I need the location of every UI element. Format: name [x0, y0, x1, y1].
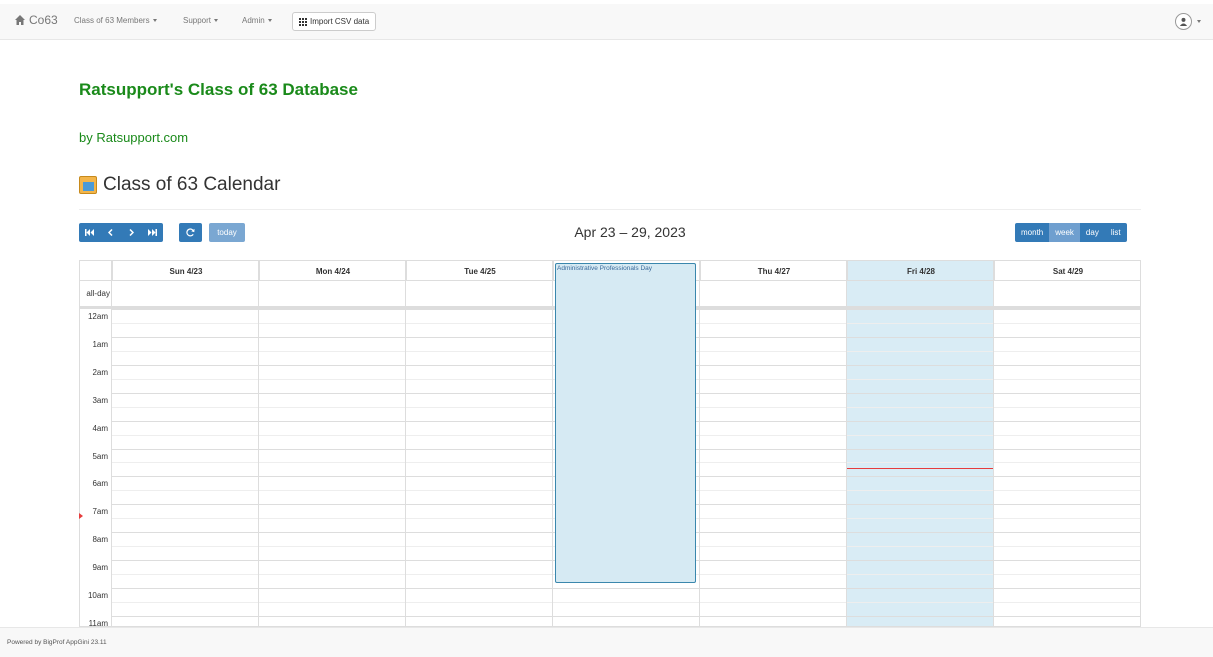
week-calendar: Sun 4/23Mon 4/24Tue 4/25Wed 4/26Thu 4/27…: [79, 260, 1141, 627]
hour-label: 12am: [87, 312, 108, 321]
caret-down-icon: [267, 19, 272, 23]
today-button[interactable]: today: [209, 223, 245, 242]
calendar-title-text: Class of 63 Calendar: [103, 174, 281, 195]
navbar: Co63 Class of 63 Members Support Admin I…: [0, 4, 1213, 40]
double-chevron-right-icon: [148, 229, 157, 236]
refresh-button[interactable]: [179, 223, 202, 242]
view-day-button[interactable]: day: [1079, 223, 1105, 242]
footer-text: Powered by BigProf AppGini 23.11: [7, 639, 107, 646]
caret-down-icon: [214, 19, 219, 23]
caret-down-icon: [152, 19, 157, 23]
import-csv-button[interactable]: Import CSV data: [292, 12, 377, 31]
refresh-icon: [186, 228, 195, 237]
brand-label: Co63: [29, 13, 58, 27]
prev-year-button[interactable]: [79, 223, 100, 242]
chevron-left-icon: [108, 229, 113, 236]
day-header: Fri 4/28: [847, 261, 994, 281]
column-divider: [1140, 261, 1141, 627]
day-header: Thu 4/27: [700, 261, 847, 281]
column-divider: [846, 261, 847, 626]
hour-line: [112, 615, 1140, 617]
double-chevron-left-icon: [85, 229, 94, 236]
event-title: Administrative Professionals Day: [557, 265, 653, 272]
day-header: Mon 4/24: [259, 261, 406, 281]
hour-line: [112, 588, 1140, 589]
column-divider: [993, 261, 994, 626]
divider: [79, 209, 1141, 210]
half-hour-line: [112, 601, 1140, 603]
hour-label: 11am: [88, 618, 108, 627]
hour-label: 5am: [92, 451, 108, 461]
view-switcher: month week day list: [1015, 223, 1127, 242]
import-csv-label: Import CSV data: [310, 17, 370, 26]
event-administrative-professionals-day[interactable]: Administrative Professionals Day: [555, 263, 696, 583]
page-title: Ratsupport's Class of 63 Database: [79, 80, 358, 99]
hour-label: 2am: [92, 367, 108, 377]
prev-button[interactable]: [100, 223, 121, 242]
day-header: Sun 4/23: [112, 261, 259, 281]
brand-link[interactable]: Co63: [14, 13, 58, 27]
hour-label: 1am: [92, 339, 108, 349]
caret-down-icon: [1197, 20, 1201, 23]
hour-label: 8am: [92, 535, 108, 545]
grid-icon: [299, 17, 307, 26]
calendar-icon: [79, 176, 97, 194]
menu-support[interactable]: Support: [183, 16, 219, 25]
view-week-button[interactable]: week: [1049, 223, 1080, 242]
byline-link[interactable]: by Ratsupport.com: [79, 130, 188, 145]
view-list-button[interactable]: list: [1104, 223, 1127, 242]
next-year-button[interactable]: [142, 223, 163, 242]
now-indicator-arrow: [79, 513, 83, 519]
date-range: Apr 23 – 29, 2023: [574, 224, 686, 240]
user-menu[interactable]: [1175, 13, 1201, 30]
column-divider: [258, 261, 259, 626]
day-header: Tue 4/25: [406, 261, 553, 281]
all-day-label: all-day: [86, 289, 110, 298]
column-divider: [405, 261, 406, 626]
chevron-right-icon: [129, 229, 134, 236]
column-divider: [111, 261, 112, 626]
home-icon: [15, 15, 25, 25]
column-divider: [699, 261, 700, 626]
nav-button-group: [79, 223, 163, 242]
menu-admin[interactable]: Admin: [242, 16, 272, 25]
menu-members-label: Class of 63 Members: [74, 16, 150, 25]
hour-label: 10am: [87, 591, 108, 600]
view-month-button[interactable]: month: [1015, 223, 1050, 242]
column-divider: [552, 261, 553, 626]
footer: Powered by BigProf AppGini 23.11: [0, 627, 1213, 657]
user-icon: [1175, 13, 1192, 30]
menu-admin-label: Admin: [242, 16, 265, 25]
hour-label: 6am: [92, 479, 108, 489]
hour-label: 3am: [92, 395, 108, 405]
now-indicator-line: [847, 468, 994, 469]
hour-label: 9am: [92, 563, 108, 573]
calendar-heading: Class of 63 Calendar: [79, 174, 280, 196]
day-header: Sat 4/29: [994, 261, 1140, 281]
hour-label: 7am: [92, 507, 108, 517]
menu-members[interactable]: Class of 63 Members: [74, 16, 157, 25]
menu-support-label: Support: [183, 16, 212, 25]
next-button[interactable]: [121, 223, 142, 242]
hour-label: 4am: [92, 423, 108, 433]
